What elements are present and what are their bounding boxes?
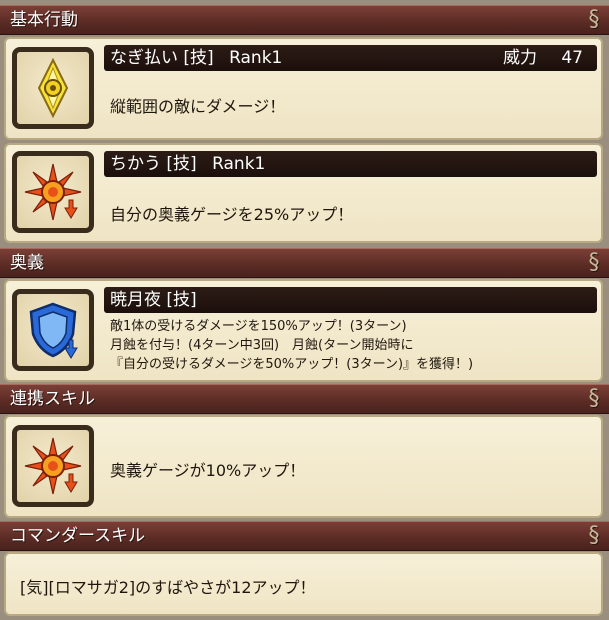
section-title: 基本行動 xyxy=(10,10,78,30)
skill-title-bar: 暁月夜 [技] xyxy=(104,287,597,313)
eye-diamond-icon xyxy=(12,47,94,129)
skill-rank: Rank1 xyxy=(212,154,266,174)
description-line: 敵1体の受けるダメージを150%アップ！(3ターン) xyxy=(110,319,407,334)
skill-name: なぎ払い [技] xyxy=(110,48,214,68)
shield-arrow-icon xyxy=(12,289,94,371)
power-label: 威力 xyxy=(503,48,537,68)
description-line: 『自分の受けるダメージを50%アップ！(3ターン)』を獲得！) xyxy=(110,357,474,372)
section-header-basic: 基本行動 § xyxy=(0,5,609,35)
skill-name: ちかう [技] xyxy=(110,154,197,174)
scroll-ornament-icon: § xyxy=(588,386,600,411)
scroll-ornament-icon: § xyxy=(588,7,600,32)
description-line: 月蝕を付与！(4ターン中3回) 月蝕(ターン開始時に xyxy=(110,338,414,353)
skill-title-bar: なぎ払い [技] Rank1 威力 47 xyxy=(104,45,597,71)
power-value: 47 xyxy=(561,48,583,68)
commander-skill-description: [気][ロマサガ2]のすばやさが12アップ！ xyxy=(20,578,316,597)
scroll-ornament-icon: § xyxy=(588,523,600,548)
section-header-commander: コマンダースキル § xyxy=(0,521,609,551)
skill-panel-renkei[interactable]: 奥義ゲージが10%アップ！ xyxy=(4,415,603,518)
scroll-ornament-icon: § xyxy=(588,250,600,275)
skill-rank: Rank1 xyxy=(229,48,283,68)
commander-skill-panel[interactable]: [気][ロマサガ2]のすばやさが12アップ！ xyxy=(4,552,603,616)
skill-description: 縦範囲の敵にダメージ！ xyxy=(110,97,286,116)
skill-title-bar: ちかう [技] Rank1 xyxy=(104,151,597,177)
skill-description: 自分の奥義ゲージを25%アップ！ xyxy=(110,205,354,224)
sun-burst-arrow-icon xyxy=(12,425,94,507)
section-header-ougi: 奥義 § xyxy=(0,248,609,278)
section-header-renkei: 連携スキル § xyxy=(0,384,609,414)
section-title: 連携スキル xyxy=(10,389,95,409)
skill-panel-gyougetsuya[interactable]: 暁月夜 [技] 敵1体の受けるダメージを150%アップ！(3ターン) 月蝕を付与… xyxy=(4,279,603,382)
skill-description: 奥義ゲージが10%アップ！ xyxy=(110,461,306,480)
skill-description: 敵1体の受けるダメージを150%アップ！(3ターン) 月蝕を付与！(4ターン中3… xyxy=(110,317,595,374)
section-title: コマンダースキル xyxy=(10,526,146,546)
skill-name: 暁月夜 [技] xyxy=(110,290,197,310)
sun-burst-arrow-icon xyxy=(12,151,94,233)
skill-panel-nagibarai[interactable]: なぎ払い [技] Rank1 威力 47 縦範囲の敵にダメージ！ xyxy=(4,37,603,140)
skill-panel-chikau[interactable]: ちかう [技] Rank1 自分の奥義ゲージを25%アップ！ xyxy=(4,143,603,243)
section-title: 奥義 xyxy=(10,253,44,273)
